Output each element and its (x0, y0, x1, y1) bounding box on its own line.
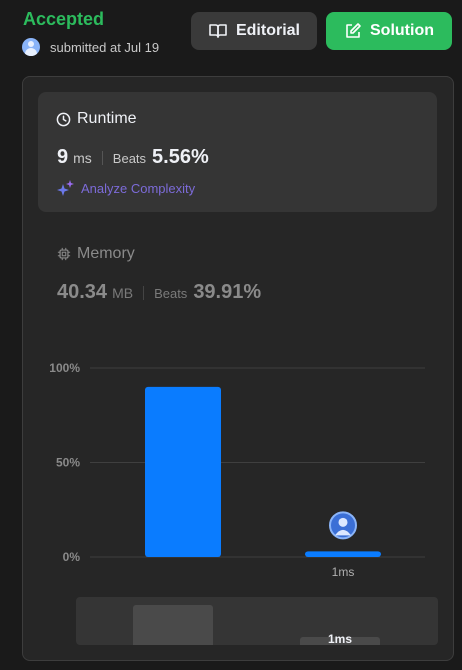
runtime-value: 9 (57, 146, 69, 168)
y-tick-label: 100% (49, 361, 80, 375)
memory-metrics: 40.34 MB Beats 39.91% (57, 281, 261, 304)
sparkle-icon (57, 180, 74, 196)
submission-info: submitted at Jul 19 (22, 38, 159, 56)
solution-button[interactable]: Solution (326, 12, 452, 50)
y-tick-label: 0% (63, 550, 81, 564)
runtime-distribution-chart[interactable]: 100% 50% 0% 1ms (23, 347, 453, 587)
solution-label: Solution (370, 22, 434, 39)
user-runtime-bar[interactable] (305, 551, 381, 557)
memory-beats-label: Beats (154, 286, 188, 301)
runtime-title: Runtime (56, 110, 137, 128)
editorial-label: Editorial (235, 22, 300, 39)
user-avatar-marker[interactable] (329, 511, 357, 540)
x-tick-label: 1ms (332, 565, 355, 579)
memory-title[interactable]: Memory (57, 245, 135, 263)
editorial-button[interactable]: Editorial (191, 12, 317, 50)
y-tick-label: 50% (56, 456, 80, 470)
result-header: Accepted submitted at Jul 19 Editorial S… (0, 0, 462, 70)
runtime-metrics: 9 ms Beats 5.56% (57, 146, 209, 169)
runtime-title-label: Runtime (77, 110, 137, 127)
chip-icon (57, 247, 71, 261)
runtime-beats-label: Beats (112, 151, 147, 166)
memory-unit: MB (112, 285, 134, 301)
memory-beats-value: 39.91% (193, 281, 262, 303)
runtime-unit: ms (73, 150, 92, 166)
memory-value: 40.34 (57, 281, 108, 303)
analyze-complexity-label: Analyze Complexity (81, 180, 196, 196)
performance-panel: Runtime 9 ms Beats 5.56% Analyze Complex… (22, 76, 454, 661)
runtime-bar[interactable] (145, 386, 221, 557)
user-avatar[interactable] (22, 38, 40, 56)
runtime-card[interactable]: Runtime 9 ms Beats 5.56% Analyze Complex… (38, 92, 437, 212)
edit-icon (346, 23, 361, 38)
submitted-at-text: submitted at Jul 19 (50, 39, 160, 55)
divider (143, 285, 145, 300)
book-icon (209, 24, 227, 38)
distribution-minimap[interactable]: 1ms (76, 597, 438, 645)
clock-icon (56, 112, 71, 126)
divider (101, 150, 103, 165)
minimap-bar (133, 605, 213, 645)
submission-status: Accepted (23, 9, 105, 29)
minimap-label: 1ms (327, 632, 353, 645)
analyze-complexity-link[interactable]: Analyze Complexity (57, 180, 195, 196)
memory-title-label: Memory (77, 245, 135, 262)
runtime-beats-value: 5.56% (152, 146, 209, 168)
